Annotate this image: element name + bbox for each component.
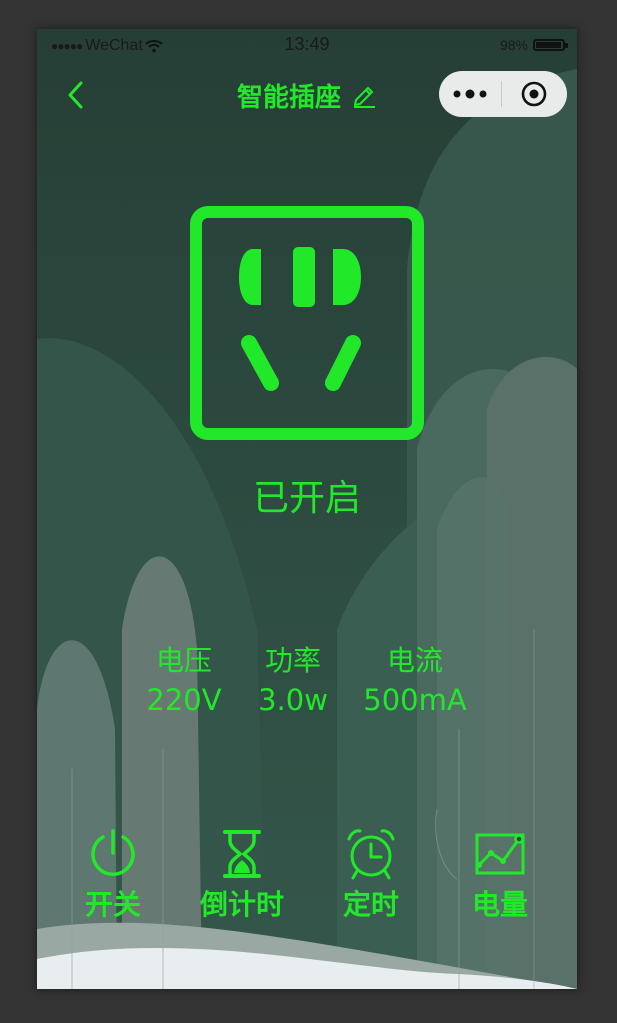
battery-fill	[536, 42, 562, 48]
capsule-more-button[interactable]	[439, 71, 501, 117]
miniprogram-capsule	[439, 71, 567, 117]
countdown-button[interactable]: 倒计时	[182, 827, 302, 923]
page-title: 智能插座	[236, 82, 341, 113]
line-chart-icon	[475, 833, 525, 875]
battery-indicator: 98%	[499, 37, 568, 53]
power-toggle-button[interactable]: 开关	[53, 827, 173, 923]
metric-label: 功率	[264, 644, 321, 677]
more-dots-icon	[453, 89, 487, 99]
power-icon	[91, 829, 135, 876]
chevron-left-icon	[68, 81, 83, 109]
metric-current: 电流 500mA	[355, 643, 475, 719]
metric-value: 500mA	[363, 683, 467, 717]
battery-percent: 98%	[499, 37, 528, 53]
metric-label: 电流	[386, 644, 443, 677]
control-label: 开关	[84, 888, 141, 921]
battery-icon	[533, 39, 568, 51]
socket-state: 已开启	[252, 478, 361, 519]
metric-power: 功率 3.0w	[233, 643, 353, 719]
metric-value: 3.0w	[258, 683, 328, 717]
alarm-clock-icon	[347, 829, 395, 880]
pencil-icon[interactable]	[351, 82, 377, 108]
capsule-close-button[interactable]	[502, 71, 566, 117]
target-close-icon	[521, 81, 547, 107]
metric-value: 220V	[146, 683, 222, 717]
metric-voltage: 电压 220V	[124, 643, 244, 719]
status-bar: ●●●●● WeChat 13:49 98%	[37, 29, 577, 61]
control-label: 倒计时	[199, 888, 284, 921]
control-label: 电量	[471, 888, 528, 921]
back-button[interactable]	[61, 77, 93, 113]
control-label: 定时	[342, 888, 399, 921]
power-socket-icon[interactable]	[189, 205, 425, 441]
status-time: 13:49	[284, 34, 330, 54]
metric-label: 电压	[155, 644, 212, 677]
phone-screen: ●●●●● WeChat 13:49 98% 智能插座 已开启 电压 220V …	[37, 29, 577, 989]
nav-title-bar: 智能插座	[197, 77, 417, 113]
energy-button[interactable]: 电量	[440, 827, 560, 923]
hourglass-icon	[223, 830, 261, 878]
schedule-button[interactable]: 定时	[311, 827, 431, 923]
